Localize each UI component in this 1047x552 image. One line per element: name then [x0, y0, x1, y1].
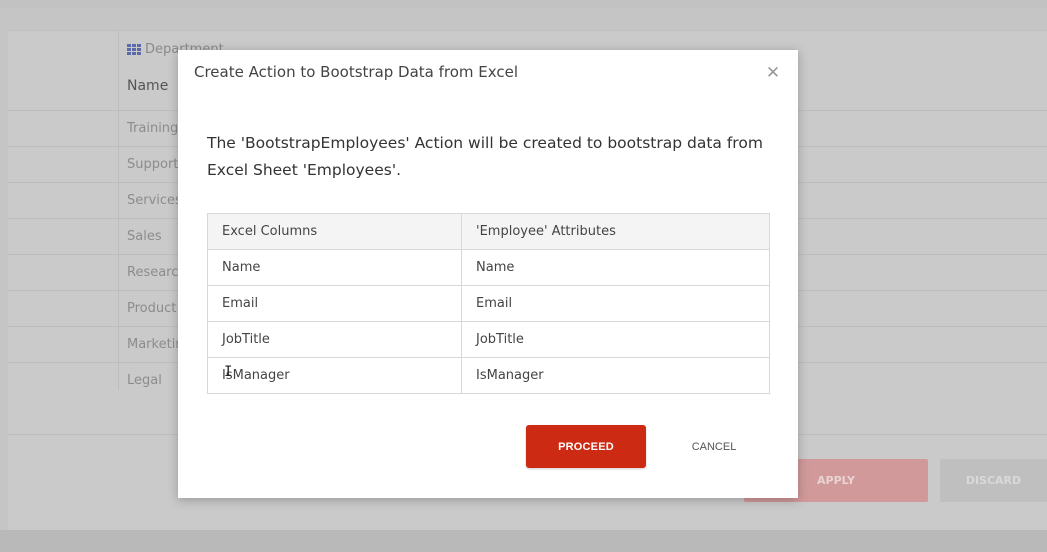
row-label: Sales: [127, 229, 162, 244]
dialog-message: The 'BootstrapEmployees' Action will be …: [207, 134, 763, 179]
header-divider: [8, 30, 1047, 31]
column-header-name: Name: [127, 78, 169, 94]
attribute-cell: Email: [461, 285, 770, 322]
attribute-cell: JobTitle: [461, 321, 770, 358]
table-header-row: Excel Columns 'Employee' Attributes: [207, 213, 770, 250]
discard-button: DISCARD: [940, 459, 1047, 502]
text-cursor-icon: I: [224, 364, 233, 380]
row-label: Services: [127, 193, 182, 208]
attribute-cell: Name: [461, 249, 770, 286]
cancel-button[interactable]: CANCEL: [664, 425, 764, 468]
table-row: JobTitle JobTitle: [207, 321, 770, 358]
bootstrap-dialog: Create Action to Bootstrap Data from Exc…: [178, 50, 798, 498]
row-label: Training: [127, 121, 179, 136]
row-label: Support: [127, 157, 179, 172]
excel-column-cell: Name: [207, 249, 462, 286]
dialog-title: Create Action to Bootstrap Data from Exc…: [194, 63, 519, 81]
header-excel-columns: Excel Columns: [207, 213, 462, 250]
excel-column-cell: Email: [207, 285, 462, 322]
excel-column-cell: JobTitle: [207, 321, 462, 358]
attribute-cell: IsManager: [461, 357, 770, 394]
header-employee-attributes: 'Employee' Attributes: [461, 213, 770, 250]
row-label: Product: [127, 301, 177, 316]
table-row: Name Name: [207, 249, 770, 286]
bottom-bar: [0, 530, 1047, 552]
row-label: Legal: [127, 373, 162, 388]
table-row: IsManager IsManager: [207, 357, 770, 394]
excel-column-cell: IsManager: [207, 357, 462, 394]
grid-icon: [127, 44, 141, 55]
proceed-button[interactable]: PROCEED: [526, 425, 646, 468]
column-mapping-table: Excel Columns 'Employee' Attributes Name…: [207, 213, 770, 394]
close-icon[interactable]: ✕: [763, 63, 783, 83]
top-bar: [0, 0, 1047, 8]
table-row: Email Email: [207, 285, 770, 322]
